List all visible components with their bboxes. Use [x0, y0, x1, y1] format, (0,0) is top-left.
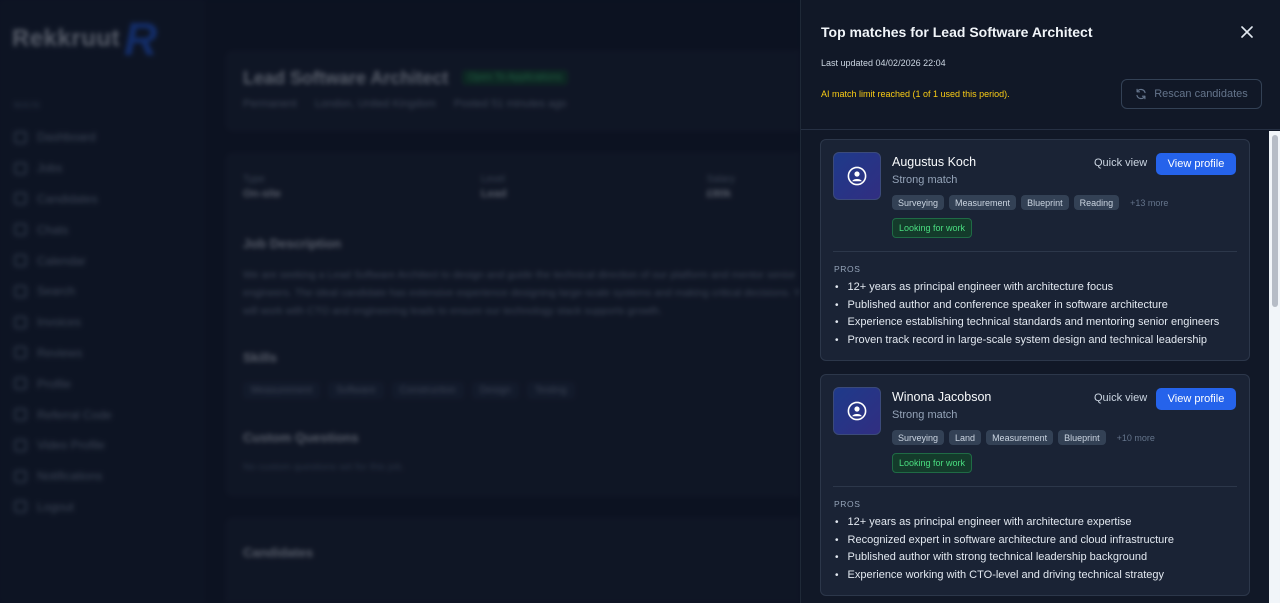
skill-tag: Surveying: [892, 430, 945, 445]
user-avatar-icon: [847, 401, 867, 421]
candidate-card: Winona Jacobson Strong match Quick view …: [820, 374, 1250, 596]
pro-item: Experience establishing technical standa…: [835, 314, 1220, 332]
skill-tag: Blueprint: [1021, 195, 1069, 210]
pro-item: Published author with strong technical l…: [835, 549, 1174, 567]
quick-view-link[interactable]: Quick view: [1094, 157, 1147, 169]
avatar: [833, 152, 881, 200]
divider: [833, 251, 1237, 252]
ai-limit-warning: AI match limit reached (1 of 1 used this…: [821, 89, 1010, 99]
match-strength: Strong match: [892, 409, 958, 421]
candidate-card: Augustus Koch Strong match Quick view Vi…: [820, 139, 1250, 361]
candidate-name: Augustus Koch: [892, 155, 977, 169]
match-strength: Strong match: [892, 174, 958, 186]
refresh-icon: [1136, 88, 1146, 100]
more-skills-count: +10 more: [1116, 432, 1155, 443]
modal-backdrop[interactable]: [0, 0, 800, 603]
candidate-name: Winona Jacobson: [892, 390, 992, 404]
avatar: [833, 387, 881, 435]
pro-item: Experience working with CTO-level and dr…: [835, 567, 1174, 585]
scrollbar[interactable]: [1269, 131, 1280, 603]
pro-item: 12+ years as principal engineer with arc…: [835, 279, 1219, 297]
status-badge: Looking for work: [892, 218, 973, 238]
skill-tag: Surveying: [892, 195, 945, 210]
skill-tag: Blueprint: [1058, 430, 1106, 445]
pro-item: Published author and conference speaker …: [835, 297, 1219, 315]
close-button[interactable]: [1237, 22, 1257, 42]
last-updated-text: Last updated 04/02/2026 22:04: [821, 58, 946, 68]
pro-item: Recognized expert in software architectu…: [835, 532, 1175, 550]
pros-label: PROS: [834, 264, 861, 274]
pro-item: 12+ years as principal engineer with arc…: [835, 514, 1174, 532]
pros-label: PROS: [834, 499, 861, 509]
scrollbar-thumb[interactable]: [1272, 135, 1278, 307]
divider: [833, 486, 1237, 487]
quick-view-link[interactable]: Quick view: [1094, 392, 1147, 404]
skill-tag: Measurement: [986, 430, 1054, 445]
skill-tag: Land: [949, 430, 982, 445]
more-skills-count: +13 more: [1130, 197, 1169, 208]
skill-tag: Measurement: [949, 195, 1017, 210]
pros-list: 12+ years as principal engineer with arc…: [835, 279, 1220, 350]
view-profile-button[interactable]: View profile: [1156, 388, 1236, 410]
rescan-candidates-button[interactable]: Rescan candidates: [1121, 79, 1262, 109]
status-badge: Looking for work: [892, 453, 973, 473]
user-avatar-icon: [847, 166, 867, 186]
pros-list: 12+ years as principal engineer with arc…: [835, 514, 1175, 585]
view-profile-button[interactable]: View profile: [1156, 153, 1236, 175]
close-icon: [1241, 26, 1253, 38]
top-matches-panel: Top matches for Lead Software Architect …: [800, 0, 1280, 603]
rescan-label: Rescan candidates: [1154, 88, 1248, 100]
skill-tag: Reading: [1073, 195, 1120, 210]
candidate-skills: Surveying Land Measurement Blueprint +10…: [892, 430, 1155, 445]
matches-list[interactable]: Augustus Koch Strong match Quick view Vi…: [801, 131, 1280, 603]
panel-header: Top matches for Lead Software Architect …: [801, 0, 1280, 130]
pro-item: Proven track record in large-scale syste…: [835, 332, 1219, 350]
candidate-skills: Surveying Measurement Blueprint Reading …: [892, 195, 1168, 210]
panel-title: Top matches for Lead Software Architect: [821, 24, 1093, 40]
